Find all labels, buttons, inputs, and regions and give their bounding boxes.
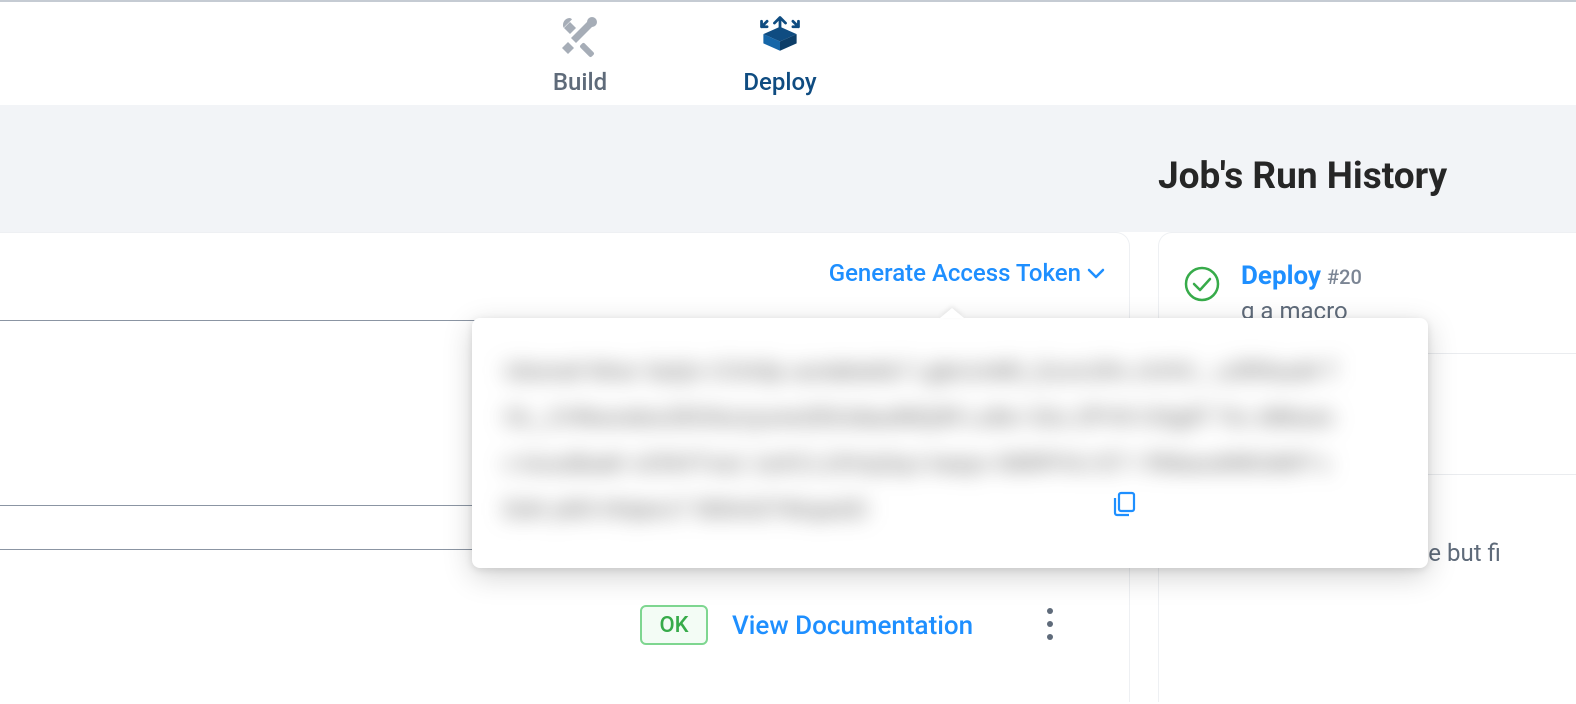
section-title: Job's Run History <box>1158 155 1447 198</box>
view-documentation-link[interactable]: View Documentation <box>732 611 973 641</box>
success-icon <box>1183 265 1221 303</box>
history-title: Deploy <box>1241 261 1321 291</box>
ok-button-label: OK <box>659 613 688 638</box>
tab-deploy[interactable]: Deploy <box>680 12 880 96</box>
tab-build-label: Build <box>553 68 607 96</box>
history-title-line: Deploy #20 <box>1241 261 1362 291</box>
ok-button[interactable]: OK <box>640 605 708 645</box>
tab-deploy-label: Deploy <box>743 68 816 96</box>
tab-build[interactable]: Build <box>480 12 680 96</box>
generate-token-label: Generate Access Token <box>829 259 1081 287</box>
tools-icon <box>556 12 604 60</box>
dot-icon <box>1047 634 1053 640</box>
dot-icon <box>1047 621 1053 627</box>
obscured-token-text: Uksmaf Wrar SaQn COrt3p uondetwfa7 Lgbn1… <box>504 348 1340 524</box>
dot-icon <box>1047 608 1053 614</box>
more-menu-button[interactable] <box>1038 607 1062 641</box>
tabs-bar: Build Deploy <box>0 2 1576 105</box>
chevron-down-icon <box>1085 262 1107 284</box>
token-popover: Uksmaf Wrar SaQn COrt3p uondetwfa7 Lgbn1… <box>472 318 1428 568</box>
generate-token-toggle[interactable]: Generate Access Token <box>829 259 1107 287</box>
copy-icon[interactable] <box>1110 490 1138 518</box>
deploy-icon <box>756 12 804 60</box>
history-text: Deploy #20 g a macro <box>1241 261 1362 325</box>
history-run-number: #20 <box>1327 265 1362 289</box>
